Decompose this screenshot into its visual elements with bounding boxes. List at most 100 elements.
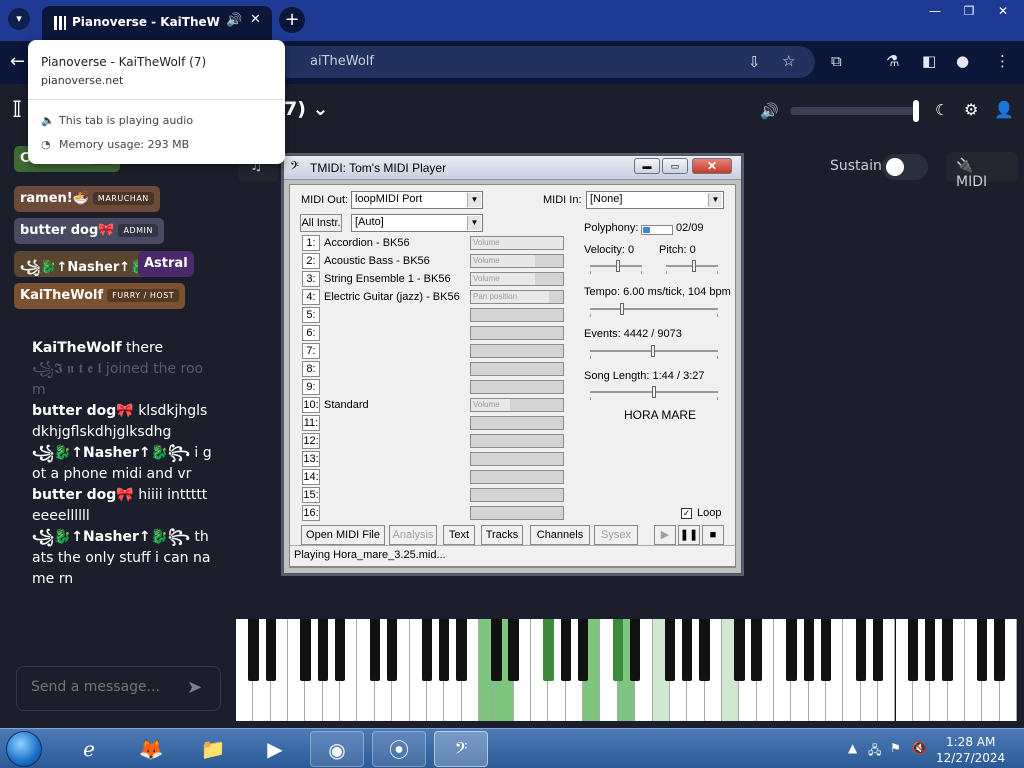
piano-black-key[interactable] <box>855 619 866 681</box>
channel-number-button[interactable]: 7: <box>302 343 320 359</box>
piano-black-key[interactable] <box>300 619 311 681</box>
channel-level-bar[interactable] <box>470 434 564 448</box>
channel-number-button[interactable]: 3: <box>302 271 320 287</box>
channel-level-bar[interactable] <box>470 344 564 358</box>
volume-slider[interactable] <box>790 107 918 115</box>
dark-mode-moon-icon[interactable]: ☾ <box>935 101 948 119</box>
internet-explorer-icon[interactable]: ℯ <box>62 731 116 767</box>
piano-black-key[interactable] <box>629 619 641 681</box>
minimize-button[interactable]: — <box>918 2 952 20</box>
browser-tab-active[interactable]: Pianoverse - KaiTheWolf (7 🔊 ✕ <box>42 6 272 41</box>
tempo-slider[interactable] <box>590 303 718 317</box>
piano-black-key[interactable] <box>386 619 398 681</box>
back-arrow-icon[interactable]: ← <box>10 51 25 72</box>
restore-button[interactable]: ❐ <box>952 2 986 20</box>
all-instruments-button[interactable]: All Instr. <box>300 214 342 232</box>
channel-number-button[interactable]: 9: <box>302 379 320 395</box>
stop-button[interactable]: ■ <box>702 525 724 545</box>
channel-level-bar[interactable] <box>470 326 564 340</box>
tab-search-button[interactable]: ▾ <box>8 8 30 30</box>
channel-level-bar[interactable] <box>470 488 564 502</box>
piano-black-key[interactable] <box>803 619 814 681</box>
pitch-slider[interactable] <box>666 260 718 274</box>
tracks-button[interactable]: Tracks <box>481 525 523 545</box>
sysex-button[interactable]: Sysex <box>594 525 638 545</box>
user-badge[interactable]: butter dog🎀 ADMIN <box>14 218 164 244</box>
bookmark-star-icon[interactable]: ☆ <box>782 52 795 70</box>
network-icon[interactable]: 🖧 <box>868 741 881 762</box>
tmidi-minimize-button[interactable]: ▬ <box>634 158 660 174</box>
tray-expand-arrow-icon[interactable]: ▲ <box>848 741 857 755</box>
extensions-puzzle-icon[interactable]: ⧉ <box>831 52 842 70</box>
chat-author[interactable]: butter dog🎀 <box>32 403 134 419</box>
room-title[interactable]: 7) ⌄ <box>284 98 328 120</box>
events-slider[interactable] <box>590 345 718 359</box>
clock-date[interactable]: 12/27/2024 <box>936 751 1005 765</box>
piano-black-key[interactable] <box>265 619 276 681</box>
channel-number-button[interactable]: 6: <box>302 325 320 341</box>
tmidi-app-icon[interactable]: 𝄢 <box>434 731 488 767</box>
start-button[interactable] <box>6 731 42 767</box>
tmidi-maximize-button[interactable]: ▭ <box>662 158 688 174</box>
piano-black-key[interactable] <box>439 619 450 681</box>
channel-number-button[interactable]: 10: <box>302 397 320 413</box>
piano-black-key[interactable] <box>317 619 328 681</box>
firefox-icon[interactable]: 🦊 <box>124 731 178 767</box>
channel-level-bar[interactable] <box>470 416 564 430</box>
channel-level-bar[interactable]: Volume <box>470 398 564 412</box>
channel-number-button[interactable]: 8: <box>302 361 320 377</box>
channel-number-button[interactable]: 14: <box>302 469 320 485</box>
tmidi-titlebar[interactable]: 𝄢 TMIDI: Tom's MIDI Player ▬ ▭ ✕ <box>284 156 741 180</box>
channel-number-button[interactable]: 2: <box>302 253 320 269</box>
piano-black-key[interactable] <box>560 619 571 681</box>
channel-level-bar[interactable] <box>470 362 564 376</box>
song-position-slider[interactable] <box>590 386 718 400</box>
piano-black-key[interactable] <box>907 619 919 681</box>
tab-close-icon[interactable]: ✕ <box>250 12 261 27</box>
piano-black-key[interactable] <box>994 619 1005 681</box>
piano-black-key[interactable] <box>334 619 346 681</box>
open-midi-file-button[interactable]: Open MIDI File <box>301 525 385 545</box>
new-tab-button[interactable]: + <box>279 7 305 33</box>
piano-black-key[interactable] <box>508 619 519 681</box>
sustain-toggle[interactable] <box>882 154 928 180</box>
user-badge[interactable]: ramen!🍜 MARUCHAN <box>14 186 160 212</box>
piano-black-key[interactable] <box>977 619 988 681</box>
account-icon[interactable]: 👤 <box>994 100 1014 119</box>
piano-black-key[interactable] <box>577 619 589 681</box>
piano-black-key[interactable] <box>786 619 797 681</box>
piano-black-key[interactable] <box>612 619 624 681</box>
piano-black-key[interactable] <box>456 619 467 681</box>
channel-number-button[interactable]: 11: <box>302 415 320 431</box>
piano-black-key[interactable] <box>421 619 433 681</box>
piano-black-key[interactable] <box>664 619 676 681</box>
channel-level-bar[interactable]: Volume <box>470 236 564 250</box>
window-close-button[interactable]: ✕ <box>986 2 1020 20</box>
channel-number-button[interactable]: 13: <box>302 451 320 467</box>
channel-number-button[interactable]: 4: <box>302 289 320 305</box>
midi-button[interactable]: 🔌 MIDI <box>946 152 1018 190</box>
media-player-icon[interactable]: ▶ <box>248 731 302 767</box>
chat-author[interactable]: ꧁🐉↑Nasher↑🐉꧂ <box>32 445 190 461</box>
user-badge[interactable]: Astral <box>138 251 194 277</box>
channel-level-bar[interactable] <box>470 380 564 394</box>
tmidi-close-button[interactable]: ✕ <box>692 158 732 174</box>
loop-checkbox[interactable]: ✓ <box>681 508 692 519</box>
chat-message-input[interactable] <box>31 679 176 695</box>
volume-icon[interactable]: 🔊 <box>760 102 779 120</box>
channels-button[interactable]: Channels <box>530 525 590 545</box>
piano-black-key[interactable] <box>734 619 745 681</box>
piano-black-key[interactable] <box>543 619 554 681</box>
channel-level-bar[interactable] <box>470 506 564 520</box>
text-button[interactable]: Text <box>443 525 475 545</box>
install-app-icon[interactable]: ⇩ <box>748 53 761 71</box>
analysis-button[interactable]: Analysis <box>389 525 437 545</box>
piano-black-key[interactable] <box>491 619 502 681</box>
send-paper-plane-icon[interactable]: ➤ <box>187 677 202 698</box>
profile-avatar-icon[interactable]: ● <box>956 52 969 70</box>
volume-muted-icon[interactable]: 🔇 <box>912 741 927 755</box>
channel-level-bar[interactable]: Volume <box>470 272 564 286</box>
pianoverse-logo-icon[interactable]: 𝕀 <box>12 98 22 123</box>
midi-port-app-icon[interactable]: ⦿ <box>372 731 426 767</box>
piano-keyboard[interactable] <box>236 619 1017 721</box>
